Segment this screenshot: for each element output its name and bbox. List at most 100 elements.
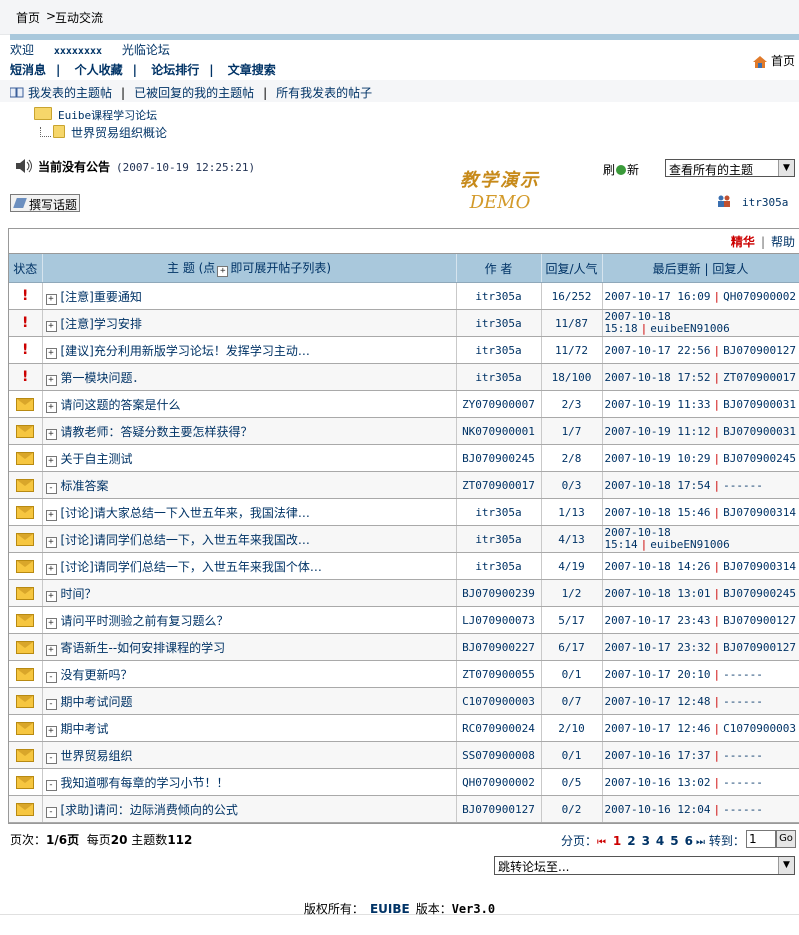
- row-last-time[interactable]: 2007-10-17 12:48: [605, 695, 711, 708]
- row-author[interactable]: itr305a: [456, 309, 542, 337]
- page-6[interactable]: 6: [685, 834, 693, 848]
- row-title-link[interactable]: [求助]请问：边际消费倾向的公式: [61, 803, 238, 817]
- row-author[interactable]: itr305a: [456, 363, 542, 391]
- expand-toggle[interactable]: +: [45, 455, 57, 467]
- row-last-time[interactable]: 2007-10-18 17:52: [605, 371, 711, 384]
- row-title-link[interactable]: 关于自主测试: [61, 452, 133, 466]
- tree-board[interactable]: 世界贸易组织概论: [40, 124, 167, 141]
- row-last-replier[interactable]: BJ070900245: [723, 452, 796, 465]
- row-last-replier[interactable]: ------: [723, 668, 763, 681]
- expand-toggle[interactable]: +: [45, 509, 57, 521]
- row-title-link[interactable]: 期中考试: [61, 722, 109, 736]
- row-last-replier[interactable]: BJ070900127: [723, 344, 796, 357]
- help-link[interactable]: 帮助: [771, 235, 795, 249]
- expand-toggle[interactable]: +: [45, 563, 57, 575]
- expand-toggle[interactable]: -: [45, 779, 57, 791]
- row-title-link[interactable]: 时间？: [61, 587, 97, 601]
- row-title-link[interactable]: 请教老师：答疑分数主要怎样获得？: [61, 425, 253, 439]
- expand-toggle[interactable]: -: [45, 482, 57, 494]
- row-author[interactable]: itr305a: [456, 282, 542, 310]
- expand-toggle[interactable]: +: [45, 590, 57, 602]
- link-ranking[interactable]: 论坛排行: [151, 63, 199, 77]
- row-last-time[interactable]: 2007-10-16 13:02: [605, 776, 711, 789]
- row-last-replier[interactable]: BJ070900127: [723, 614, 796, 627]
- expand-toggle[interactable]: +: [45, 347, 57, 359]
- expand-toggle[interactable]: +: [45, 617, 57, 629]
- refresh-link[interactable]: 刷新: [603, 161, 639, 178]
- link-messages[interactable]: 短消息: [10, 63, 46, 77]
- row-last-replier[interactable]: BJ070900031: [723, 398, 796, 411]
- welcome-username[interactable]: xxxxxxxx: [54, 46, 102, 57]
- page-4[interactable]: 4: [656, 834, 664, 848]
- row-author[interactable]: ZY070900007: [456, 390, 542, 418]
- row-last-replier[interactable]: ------: [723, 776, 763, 789]
- row-author[interactable]: C1070900003: [456, 687, 542, 715]
- row-title-link[interactable]: 请问这题的答案是什么: [61, 398, 181, 412]
- row-last-replier[interactable]: ------: [723, 479, 763, 492]
- row-last-time[interactable]: 2007-10-19 10:29: [605, 452, 711, 465]
- row-last-time[interactable]: 2007-10-18 17:54: [605, 479, 711, 492]
- row-last-time[interactable]: 2007-10-17 23:32: [605, 641, 711, 654]
- last-page-icon[interactable]: ⏭: [696, 837, 705, 848]
- row-title-link[interactable]: 标准答案: [61, 479, 109, 493]
- row-author[interactable]: BJ070900245: [456, 444, 542, 472]
- row-last-replier[interactable]: euibeEN91006: [650, 538, 729, 551]
- row-title-link[interactable]: 期中考试问题: [61, 695, 133, 709]
- row-last-replier[interactable]: BJ070900245: [723, 587, 796, 600]
- expand-toggle[interactable]: +: [45, 320, 57, 332]
- row-last-time[interactable]: 2007-10-17 23:43: [605, 614, 711, 627]
- row-last-time[interactable]: 2007-10-19 11:12: [605, 425, 711, 438]
- link-replied-topics[interactable]: 已被回复的我的主题帖: [134, 86, 254, 100]
- row-last-time[interactable]: 2007-10-18 13:01: [605, 587, 711, 600]
- row-last-time[interactable]: 2007-10-16 12:04: [605, 803, 711, 816]
- row-author[interactable]: NK070900001: [456, 417, 542, 445]
- page-1[interactable]: 1: [613, 834, 621, 848]
- breadcrumb-current[interactable]: 互动交流: [55, 9, 103, 26]
- expand-toggle[interactable]: +: [45, 293, 57, 305]
- expand-toggle[interactable]: -: [45, 752, 57, 764]
- row-title-link[interactable]: 第一模块问题．: [61, 371, 145, 385]
- go-button[interactable]: Go: [776, 830, 796, 848]
- row-title-link[interactable]: [讨论]请同学们总结一下，入世五年来我国个体…: [61, 560, 322, 574]
- expand-toggle[interactable]: -: [45, 671, 57, 683]
- footer-brand-link[interactable]: EUIBE: [370, 902, 410, 916]
- expand-toggle[interactable]: -: [45, 698, 57, 710]
- row-author[interactable]: itr305a: [456, 336, 542, 364]
- row-last-replier[interactable]: C1070900003: [723, 722, 796, 735]
- write-topic-button[interactable]: 撰写话题: [10, 194, 80, 212]
- link-favorites[interactable]: 个人收藏: [75, 63, 123, 77]
- row-last-replier[interactable]: ZT070900017: [723, 371, 796, 384]
- row-last-replier[interactable]: ------: [723, 695, 763, 708]
- row-title-link[interactable]: 没有更新吗？: [61, 668, 133, 682]
- row-title-link[interactable]: 寄语新生--如何安排课程的学习: [61, 641, 226, 655]
- row-author[interactable]: RC070900024: [456, 714, 542, 742]
- row-last-replier[interactable]: euibeEN91006: [650, 322, 729, 335]
- row-last-replier[interactable]: ------: [723, 749, 763, 762]
- row-last-time[interactable]: 2007-10-17 12:46: [605, 722, 711, 735]
- row-author[interactable]: itr305a: [456, 498, 542, 526]
- row-author[interactable]: ZT070900017: [456, 471, 542, 499]
- row-title-link[interactable]: 请问平时测验之前有复习题么？: [61, 614, 229, 628]
- row-last-replier[interactable]: QH070900002: [723, 290, 796, 303]
- row-author[interactable]: itr305a: [456, 525, 542, 553]
- row-last-time[interactable]: 2007-10-17 16:09: [605, 290, 711, 303]
- row-last-replier[interactable]: BJ070900031: [723, 425, 796, 438]
- row-author[interactable]: BJ070900227: [456, 633, 542, 661]
- page-3[interactable]: 3: [642, 834, 650, 848]
- expand-toggle[interactable]: -: [45, 806, 57, 818]
- row-last-time[interactable]: 2007-10-19 11:33: [605, 398, 711, 411]
- row-title-link[interactable]: [注意]重要通知: [61, 290, 142, 304]
- home-link[interactable]: 首页: [752, 52, 795, 69]
- row-last-time[interactable]: 2007-10-17 20:10: [605, 668, 711, 681]
- row-author[interactable]: ZT070900055: [456, 660, 542, 688]
- row-author[interactable]: itr305a: [456, 552, 542, 580]
- forum-jump-select[interactable]: 跳转论坛至... ▼: [494, 856, 795, 875]
- row-author[interactable]: SS070900008: [456, 741, 542, 769]
- expand-toggle[interactable]: +: [45, 428, 57, 440]
- row-title-link[interactable]: [讨论]请同学们总结一下，入世五年来我国改…: [61, 533, 310, 547]
- page-5[interactable]: 5: [670, 834, 678, 848]
- row-last-time[interactable]: 2007-10-17 22:56: [605, 344, 711, 357]
- link-search[interactable]: 文章搜索: [228, 63, 276, 77]
- expand-toggle[interactable]: +: [45, 536, 57, 548]
- link-all-posts[interactable]: 所有我发表的帖子: [276, 86, 372, 100]
